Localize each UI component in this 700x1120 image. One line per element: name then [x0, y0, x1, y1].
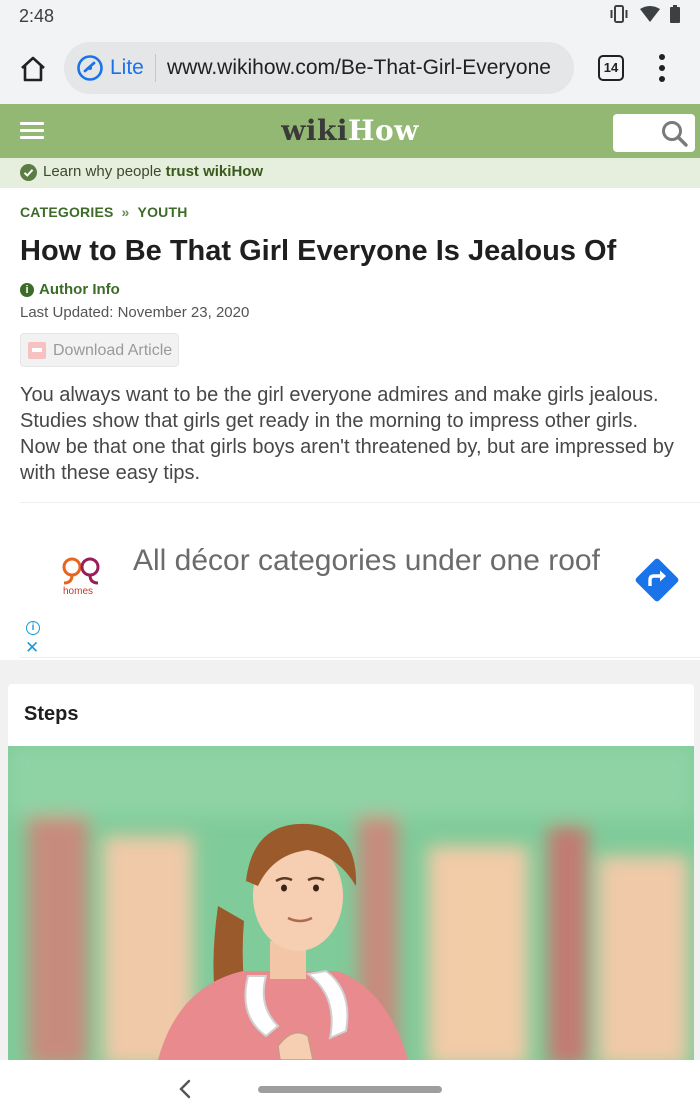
steps-header: Steps: [8, 684, 694, 746]
info-icon: i: [20, 282, 34, 297]
breadcrumb: CATEGORIES » YOUTH: [20, 204, 188, 220]
trust-banner[interactable]: Learn why people trust wikiHow: [0, 158, 700, 188]
step-illustration[interactable]: [8, 746, 694, 1060]
battery-icon: [670, 5, 680, 23]
status-time: 2:48: [19, 6, 55, 26]
wikihow-header: wikiHow: [0, 104, 700, 158]
advertisement[interactable]: homes All décor categories under one roo…: [20, 502, 700, 658]
wifi-icon: [640, 6, 660, 22]
ad-close-icon[interactable]: ✕: [25, 639, 39, 656]
check-badge-icon: [20, 164, 37, 181]
ad-text[interactable]: All décor categories under one roof: [133, 541, 603, 580]
article-intro: You always want to be the girl everyone …: [20, 384, 674, 484]
omnibox-divider: [155, 54, 156, 82]
breadcrumb-youth[interactable]: YOUTH: [138, 204, 188, 220]
system-nav-bar: [0, 1060, 700, 1120]
author-info-link[interactable]: i Author Info: [20, 281, 120, 298]
trust-prefix: Learn why people: [43, 163, 166, 180]
ad-brand: homes: [63, 586, 94, 597]
search-icon: [662, 121, 688, 147]
url-text[interactable]: www.wikihow.com/Be-That-Girl-Everyone: [167, 56, 557, 80]
trust-text[interactable]: Learn why people trust wikiHow: [43, 163, 263, 180]
author-info-label[interactable]: Author Info: [39, 281, 120, 298]
article-title: How to Be That Girl Everyone Is Jealous …: [20, 235, 617, 267]
tab-switcher-button[interactable]: 14: [598, 55, 624, 81]
status-bar: 2:48: [0, 0, 700, 32]
browser-toolbar: Lite www.wikihow.com/Be-That-Girl-Everyo…: [0, 32, 700, 104]
overflow-menu-icon[interactable]: [650, 52, 674, 84]
back-chevron-icon[interactable]: [176, 1078, 194, 1100]
status-icons: [608, 5, 680, 23]
ad-info-icon[interactable]: i: [26, 621, 40, 635]
vibrate-icon: [610, 5, 628, 23]
lite-label[interactable]: Lite: [110, 56, 144, 80]
home-icon[interactable]: [18, 54, 48, 84]
home-gesture-pill[interactable]: [258, 1086, 442, 1093]
breadcrumb-separator: »: [121, 204, 130, 220]
download-article-button[interactable]: Download Article: [20, 333, 179, 367]
pdf-icon: [28, 342, 46, 359]
address-bar[interactable]: Lite www.wikihow.com/Be-That-Girl-Everyo…: [64, 42, 574, 94]
download-label: Download Article: [53, 342, 173, 359]
trust-link[interactable]: trust wikiHow: [166, 163, 264, 180]
logo-how: How: [348, 114, 419, 147]
steps-label: Steps: [24, 703, 79, 725]
logo-wiki: wiki: [281, 114, 349, 147]
last-updated: Last Updated: November 23, 2020: [20, 304, 250, 321]
wikihow-logo[interactable]: wikiHow: [0, 114, 700, 147]
search-button[interactable]: [613, 114, 695, 152]
ad-go-arrow-icon[interactable]: [630, 553, 684, 607]
breadcrumb-categories[interactable]: CATEGORIES: [20, 204, 114, 220]
lite-mode-icon[interactable]: [76, 54, 104, 82]
